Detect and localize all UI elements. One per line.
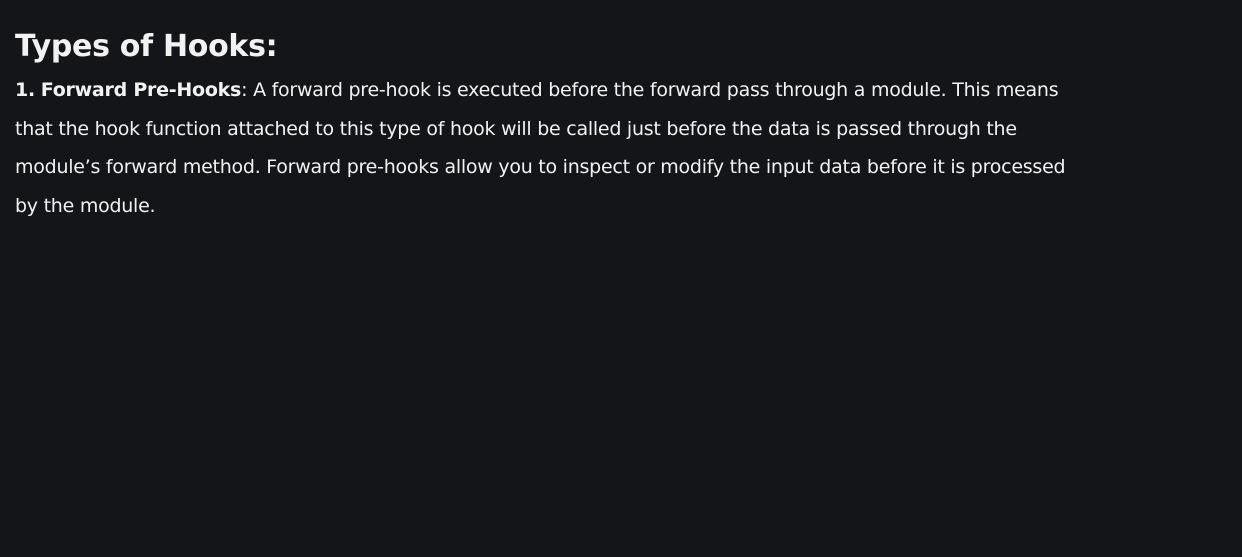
article-content: Types of Hooks: 1. Forward Pre-Hooks: A …	[15, 27, 1075, 225]
hook-type-paragraph: 1. Forward Pre-Hooks: A forward pre-hook…	[15, 71, 1075, 225]
section-heading: Types of Hooks:	[15, 29, 278, 64]
hook-type-term: Forward Pre-Hooks	[40, 79, 242, 101]
term-separator: :	[241, 79, 248, 101]
list-number: 1.	[15, 79, 35, 101]
